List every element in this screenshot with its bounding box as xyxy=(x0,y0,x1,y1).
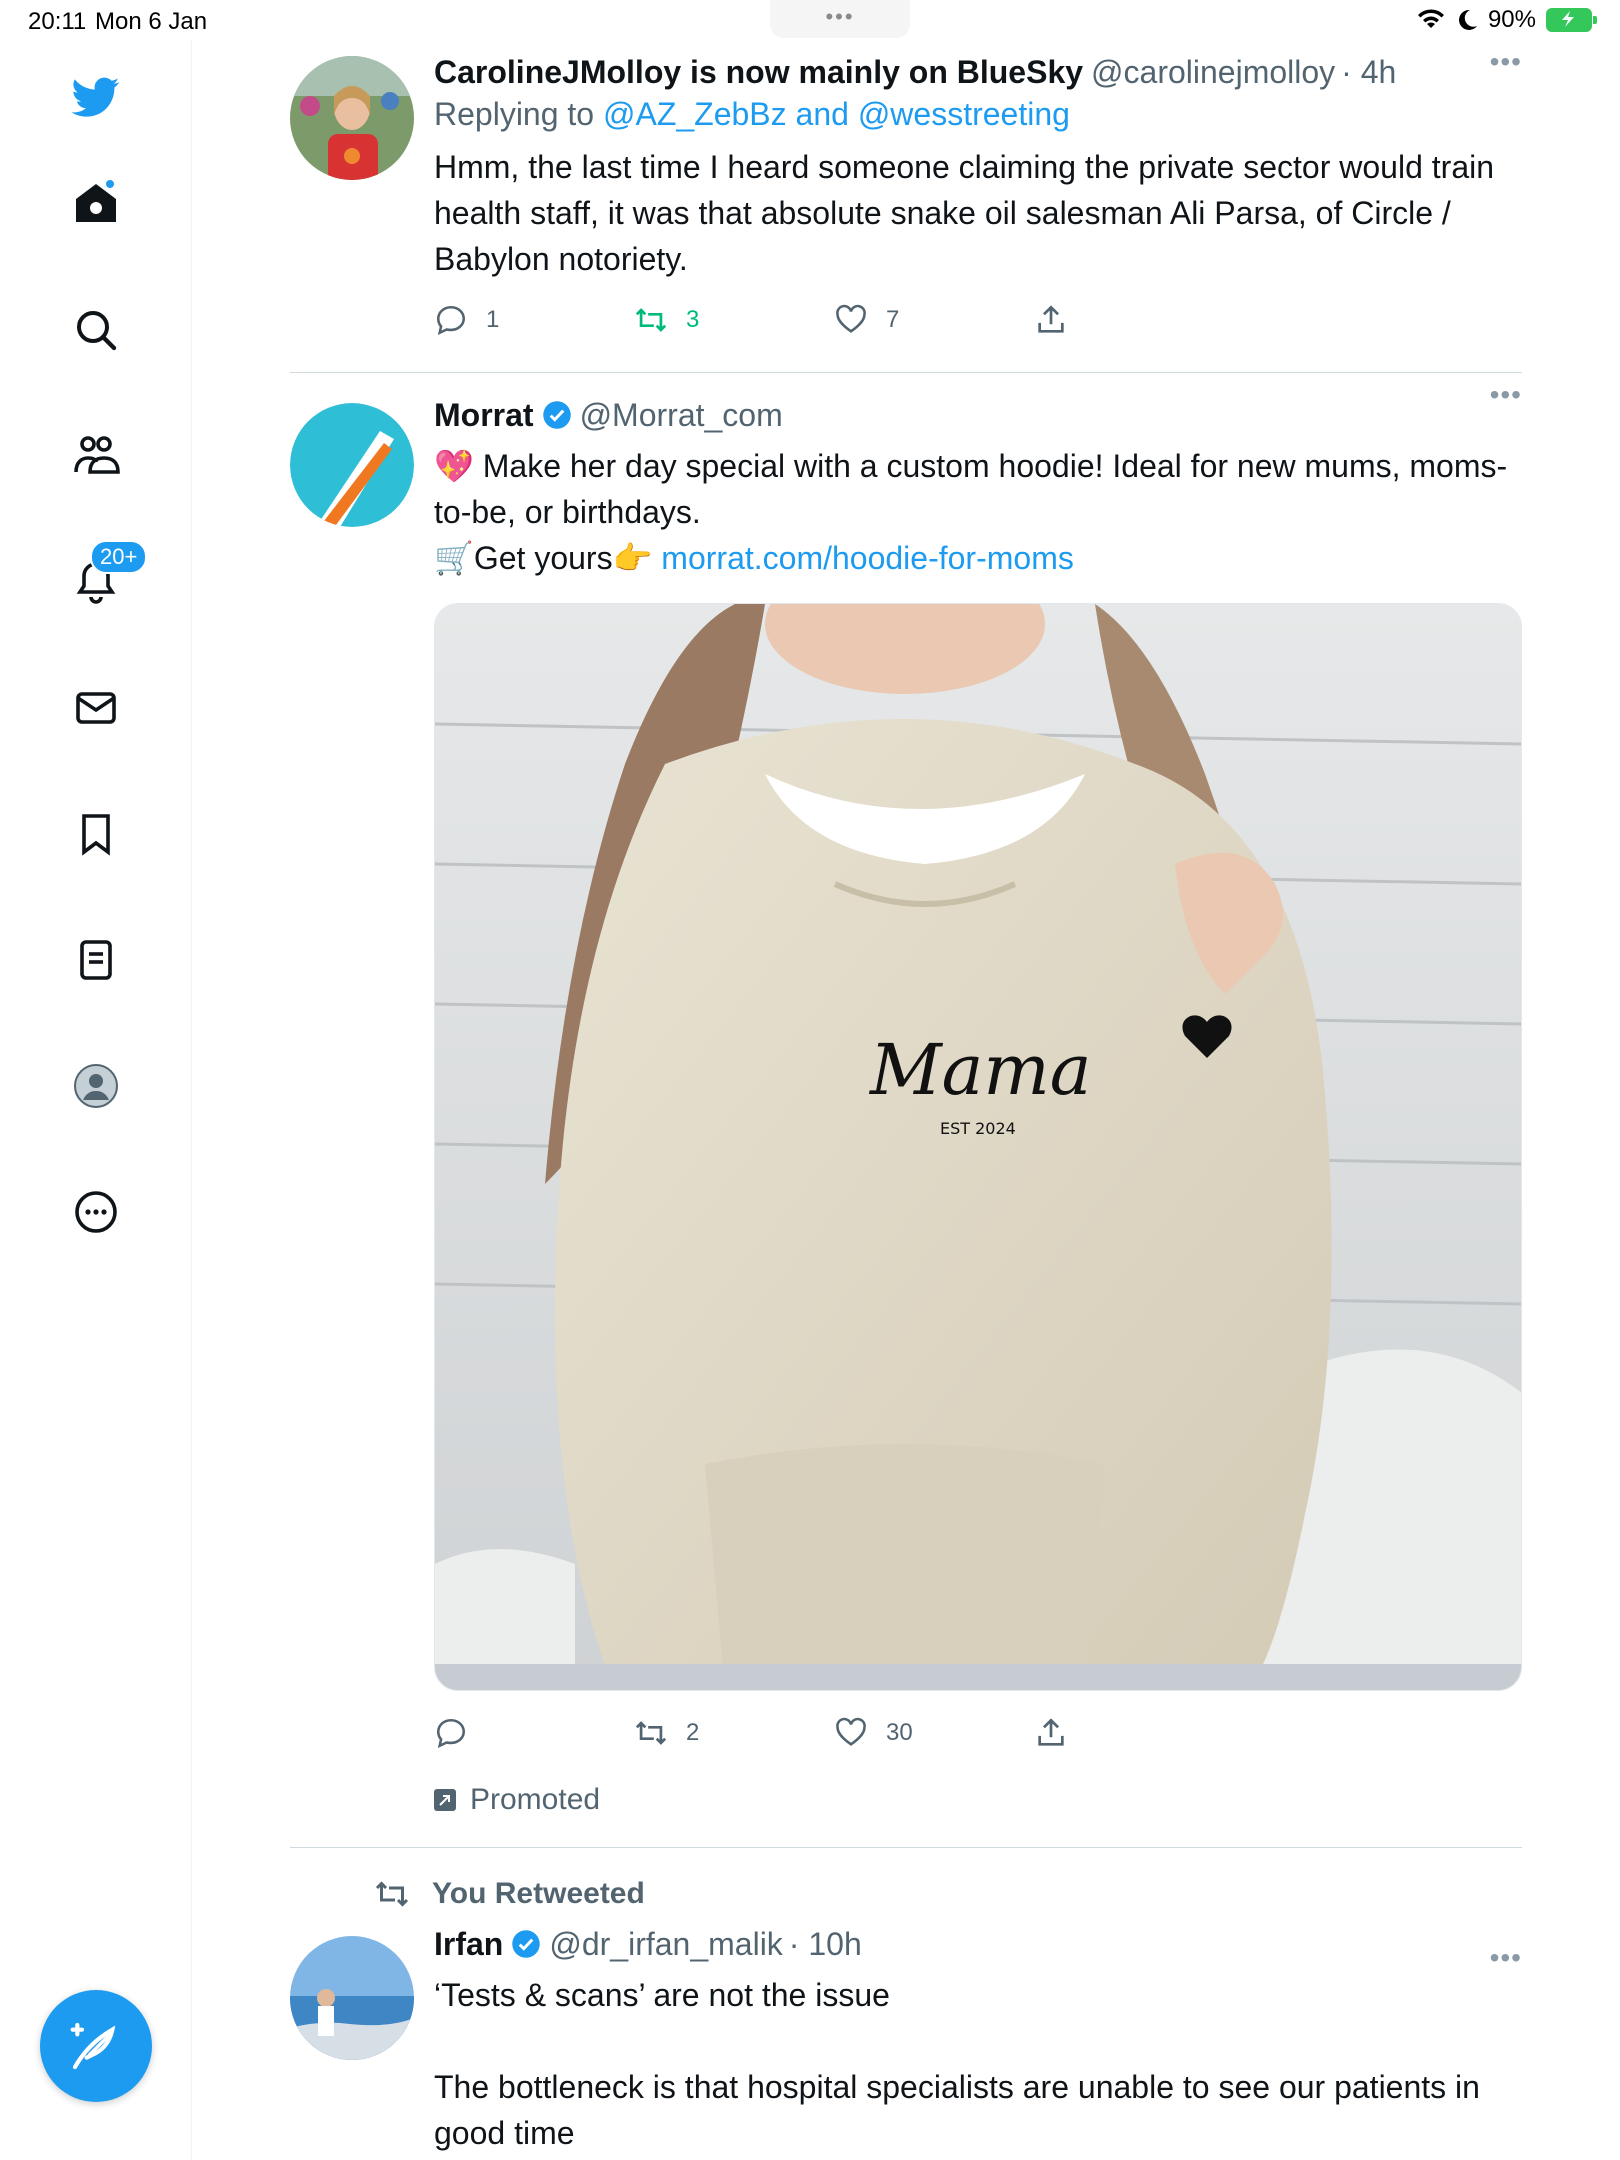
verified-badge-icon xyxy=(542,401,571,429)
replying-to-link[interactable]: @AZ_ZebBz and @wesstreeting xyxy=(603,96,1070,132)
tweet-header: CarolineJMolloy is now mainly on BlueSky… xyxy=(434,52,1522,92)
tweet-text: ‘Tests & scans’ are not the issue The bo… xyxy=(434,1977,1480,2151)
tweet-time[interactable]: · 10h xyxy=(789,1924,862,1964)
tweet-image[interactable]: Mama EST 2024 xyxy=(434,603,1522,1691)
retweet-button[interactable]: 2 xyxy=(634,1716,834,1750)
tweet-text: 💖 Make her day special with a custom hoo… xyxy=(434,443,1522,581)
multitasking-dots[interactable]: ••• xyxy=(770,0,910,38)
sidebar: 20+ xyxy=(0,40,192,2160)
author-handle[interactable]: @dr_irfan_malik xyxy=(549,1924,782,1964)
share-button[interactable] xyxy=(1034,303,1234,337)
tweet-time[interactable]: · 4h xyxy=(1341,52,1396,92)
compose-feather-icon xyxy=(70,2022,116,2070)
more-icon[interactable]: ••• xyxy=(1490,379,1522,411)
promoted-text: Promoted xyxy=(470,1783,601,1816)
share-icon xyxy=(1038,305,1064,333)
author-name[interactable]: CarolineJMolloy is now mainly on BlueSky xyxy=(434,52,1083,92)
tweet-retweeted[interactable]: You Retweeted Irfan @dr_irfan_malik · 10… xyxy=(290,1848,1522,2156)
reply-icon xyxy=(436,305,466,335)
bookmarks-icon[interactable] xyxy=(66,804,126,864)
tweet-link[interactable]: morrat.com/hoodie-for-moms xyxy=(661,540,1074,576)
verified-badge-icon xyxy=(512,1930,541,1958)
share-icon xyxy=(1038,1718,1064,1746)
reply-button[interactable]: 1 xyxy=(434,303,634,337)
moon-icon xyxy=(1458,9,1477,30)
like-button[interactable]: 7 xyxy=(834,303,1034,337)
like-count: 7 xyxy=(886,306,900,333)
more-options-icon[interactable] xyxy=(66,1182,126,1242)
avatar[interactable] xyxy=(290,1936,414,2060)
tweet-actions: 2 30 xyxy=(434,1711,1522,1755)
more-icon[interactable]: ••• xyxy=(1490,1942,1522,1974)
tweet-header: Morrat @Morrat_com xyxy=(434,395,1522,435)
more-icon[interactable]: ••• xyxy=(1490,46,1522,78)
retweet-icon xyxy=(635,1721,667,1745)
wifi-icon xyxy=(1417,9,1444,28)
reply-button[interactable] xyxy=(434,1716,634,1750)
notifications-icon[interactable]: 20+ xyxy=(66,540,148,612)
status-bar: 20:11 Mon 6 Jan ••• 90% xyxy=(0,0,1620,40)
retweet-count: 2 xyxy=(686,1719,700,1746)
reply-count: 1 xyxy=(486,306,500,333)
retweet-count: 3 xyxy=(686,306,700,333)
avatar[interactable] xyxy=(290,56,414,180)
hoodie-print-text: Mama xyxy=(868,1029,1092,1111)
hoodie-print-subtext: EST 2024 xyxy=(940,1119,1016,1138)
retweet-indicator-icon xyxy=(375,1881,409,1907)
messages-icon[interactable] xyxy=(66,678,126,738)
author-handle[interactable]: @Morrat_com xyxy=(580,395,783,435)
heart-icon xyxy=(836,304,866,333)
avatar[interactable] xyxy=(290,403,414,527)
share-button[interactable] xyxy=(1034,1716,1234,1750)
promoted-icon xyxy=(434,1789,456,1811)
home-icon[interactable] xyxy=(66,174,126,234)
status-time: 20:11 xyxy=(28,8,87,35)
reply-icon xyxy=(436,1718,466,1748)
timeline-feed: CarolineJMolloy is now mainly on BlueSky… xyxy=(290,40,1522,2156)
replying-prefix: Replying to xyxy=(434,96,603,132)
tweet-promoted[interactable]: Morrat @Morrat_com ••• 💖 Make her day sp… xyxy=(290,373,1522,1848)
tweet-header: Irfan @dr_irfan_malik · 10h xyxy=(434,1924,1522,1964)
compose-tweet-button[interactable] xyxy=(40,1990,152,2102)
notifications-badge: 20+ xyxy=(90,540,148,574)
profile-avatar-icon[interactable] xyxy=(66,1056,126,1116)
author-name[interactable]: Morrat xyxy=(434,395,534,435)
like-button[interactable]: 30 xyxy=(834,1716,1034,1750)
status-date: Mon 6 Jan xyxy=(95,8,208,35)
communities-icon[interactable] xyxy=(66,426,126,486)
retweet-button[interactable]: 3 xyxy=(634,303,834,337)
battery-icon xyxy=(1546,8,1597,32)
tweet[interactable]: CarolineJMolloy is now mainly on BlueSky… xyxy=(290,40,1522,373)
retweet-icon xyxy=(635,308,667,332)
tweet-text-line2: 🛒Get yours👉 xyxy=(434,540,662,576)
battery-percent: 90% xyxy=(1487,6,1536,33)
tweet-text-line1: 💖 Make her day special with a custom hoo… xyxy=(434,448,1508,530)
retweeted-by: You Retweeted xyxy=(374,1876,1522,1912)
like-count: 30 xyxy=(886,1719,913,1746)
lists-icon[interactable] xyxy=(66,930,126,990)
replying-to: Replying to @AZ_ZebBz and @wesstreeting xyxy=(434,92,1522,136)
author-handle[interactable]: @carolinejmolloy xyxy=(1091,52,1335,92)
heart-icon xyxy=(836,1717,866,1746)
author-name[interactable]: Irfan xyxy=(434,1924,503,1964)
home-unread-dot xyxy=(104,178,116,190)
twitter-logo-icon[interactable] xyxy=(66,66,126,126)
tweet-actions: 1 3 7 xyxy=(434,298,1522,342)
search-icon[interactable] xyxy=(66,300,126,360)
tweet-text: Hmm, the last time I heard someone claim… xyxy=(434,149,1503,277)
retweeted-by-text: You Retweeted xyxy=(432,1877,645,1910)
promoted-label: Promoted xyxy=(434,1783,1522,1817)
status-right: 90% xyxy=(1416,6,1597,34)
